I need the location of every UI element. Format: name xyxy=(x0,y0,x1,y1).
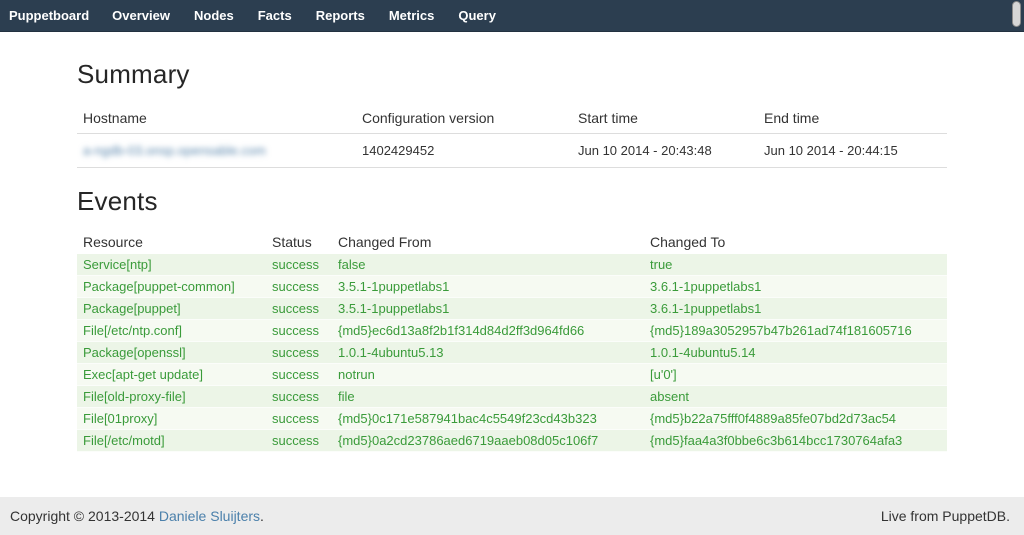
event-status: success xyxy=(266,386,332,408)
event-row: Package[openssl] success 1.0.1-4ubuntu5.… xyxy=(77,342,947,364)
event-status: success xyxy=(266,408,332,430)
event-row: Exec[apt-get update] success notrun [u'0… xyxy=(77,364,947,386)
events-col-changed-to: Changed To xyxy=(644,228,947,254)
event-status: success xyxy=(266,320,332,342)
event-row: Service[ntp] success false true xyxy=(77,254,947,276)
events-col-status: Status xyxy=(266,228,332,254)
copyright-suffix: . xyxy=(260,508,264,524)
event-changed-from: 1.0.1-4ubuntu5.13 xyxy=(332,342,644,364)
event-changed-from: {md5}0c171e587941bac4c5549f23cd43b323 xyxy=(332,408,644,430)
nav-item-facts[interactable]: Facts xyxy=(246,0,304,32)
event-changed-to: {md5}b22a75fff0f4889a85fe07bd2d73ac54 xyxy=(644,408,947,430)
summary-col-end-time: End time xyxy=(758,103,947,134)
event-resource: File[old-proxy-file] xyxy=(77,386,266,408)
summary-col-hostname: Hostname xyxy=(77,103,356,134)
event-row: Package[puppet-common] success 3.5.1-1pu… xyxy=(77,276,947,298)
event-changed-to: {md5}189a3052957b47b261ad74f181605716 xyxy=(644,320,947,342)
event-changed-to: true xyxy=(644,254,947,276)
event-status: success xyxy=(266,364,332,386)
event-changed-to: [u'0'] xyxy=(644,364,947,386)
event-resource: Exec[apt-get update] xyxy=(77,364,266,386)
event-changed-from: {md5}0a2cd23786aed6719aaeb08d05c106f7 xyxy=(332,430,644,452)
event-changed-from: 3.5.1-1puppetlabs1 xyxy=(332,298,644,320)
nav-item-metrics[interactable]: Metrics xyxy=(377,0,447,32)
event-changed-from: notrun xyxy=(332,364,644,386)
event-changed-to: {md5}faa4a3f0bbe6c3b614bcc1730764afa3 xyxy=(644,430,947,452)
footer: Copyright © 2013-2014 Daniele Sluijters.… xyxy=(0,497,1024,535)
summary-row: a-ngdb-03.onsp.opensable.com 1402429452 … xyxy=(77,134,947,168)
event-changed-from: 3.5.1-1puppetlabs1 xyxy=(332,276,644,298)
hostname-link[interactable]: a-ngdb-03.onsp.opensable.com xyxy=(83,143,266,158)
summary-table: Hostname Configuration version Start tim… xyxy=(77,103,947,168)
configuration-version-value: 1402429452 xyxy=(356,134,572,168)
event-row: File[old-proxy-file] success file absent xyxy=(77,386,947,408)
event-resource: Service[ntp] xyxy=(77,254,266,276)
event-changed-from: false xyxy=(332,254,644,276)
event-changed-from: file xyxy=(332,386,644,408)
nav-item-nodes[interactable]: Nodes xyxy=(182,0,246,32)
event-resource: File[/etc/motd] xyxy=(77,430,266,452)
event-changed-to: absent xyxy=(644,386,947,408)
events-header-row: Resource Status Changed From Changed To xyxy=(77,228,947,254)
summary-header-row: Hostname Configuration version Start tim… xyxy=(77,103,947,134)
event-row: Package[puppet] success 3.5.1-1puppetlab… xyxy=(77,298,947,320)
event-resource: File[01proxy] xyxy=(77,408,266,430)
event-row: File[01proxy] success {md5}0c171e587941b… xyxy=(77,408,947,430)
nav-brand-puppetboard[interactable]: Puppetboard xyxy=(9,0,89,32)
vertical-scrollbar-thumb[interactable] xyxy=(1012,1,1021,27)
event-resource: Package[puppet] xyxy=(77,298,266,320)
event-status: success xyxy=(266,254,332,276)
copyright-prefix: Copyright © 2013-2014 xyxy=(10,508,159,524)
events-table: Resource Status Changed From Changed To … xyxy=(77,228,947,452)
copyright-text: Copyright © 2013-2014 Daniele Sluijters. xyxy=(10,508,264,524)
start-time-value: Jun 10 2014 - 20:43:48 xyxy=(572,134,758,168)
puppetdb-status-text: Live from PuppetDB. xyxy=(881,508,1010,524)
events-col-changed-from: Changed From xyxy=(332,228,644,254)
nav-item-query[interactable]: Query xyxy=(446,0,508,32)
event-status: success xyxy=(266,430,332,452)
author-link[interactable]: Daniele Sluijters xyxy=(159,508,260,524)
event-changed-from: {md5}ec6d13a8f2b1f314d84d2ff3d964fd66 xyxy=(332,320,644,342)
event-row: File[/etc/motd] success {md5}0a2cd23786a… xyxy=(77,430,947,452)
end-time-value: Jun 10 2014 - 20:44:15 xyxy=(758,134,947,168)
events-col-resource: Resource xyxy=(77,228,266,254)
events-heading: Events xyxy=(77,186,947,217)
event-changed-to: 3.6.1-1puppetlabs1 xyxy=(644,276,947,298)
event-status: success xyxy=(266,298,332,320)
event-resource: File[/etc/ntp.conf] xyxy=(77,320,266,342)
main-content: Summary Hostname Configuration version S… xyxy=(77,59,947,452)
navbar: Puppetboard Overview Nodes Facts Reports… xyxy=(0,0,1024,32)
event-resource: Package[puppet-common] xyxy=(77,276,266,298)
nav-item-overview[interactable]: Overview xyxy=(100,0,182,32)
event-status: success xyxy=(266,342,332,364)
summary-col-configuration-version: Configuration version xyxy=(356,103,572,134)
hostname-cell: a-ngdb-03.onsp.opensable.com xyxy=(77,134,356,168)
event-row: File[/etc/ntp.conf] success {md5}ec6d13a… xyxy=(77,320,947,342)
event-resource: Package[openssl] xyxy=(77,342,266,364)
summary-col-start-time: Start time xyxy=(572,103,758,134)
event-status: success xyxy=(266,276,332,298)
nav-item-reports[interactable]: Reports xyxy=(304,0,377,32)
event-changed-to: 3.6.1-1puppetlabs1 xyxy=(644,298,947,320)
event-changed-to: 1.0.1-4ubuntu5.14 xyxy=(644,342,947,364)
summary-heading: Summary xyxy=(77,59,947,90)
